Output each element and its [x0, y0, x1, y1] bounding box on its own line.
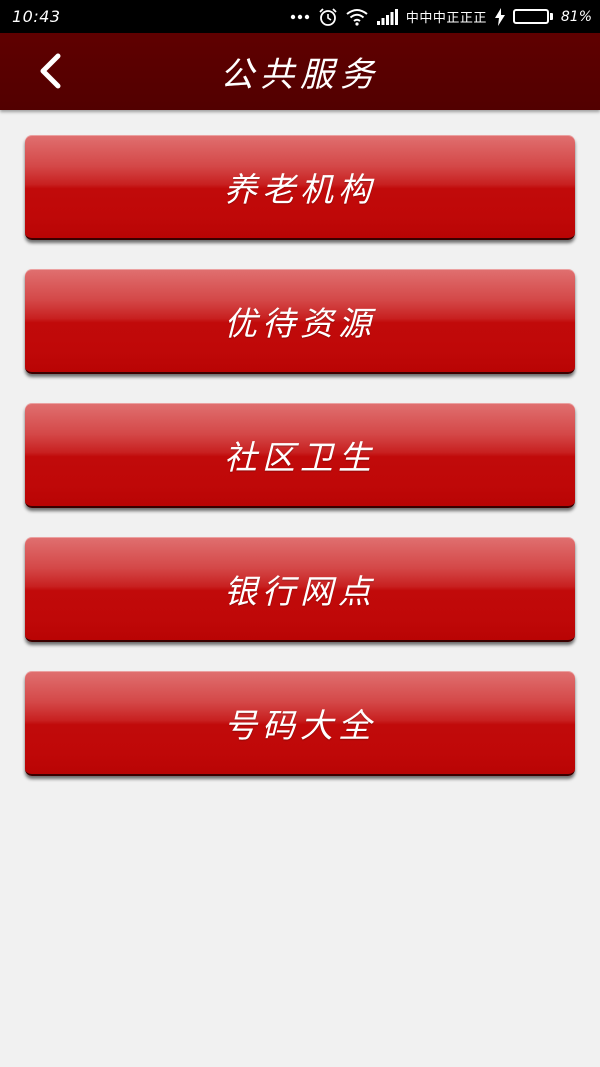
service-menu: 养老机构 优待资源 社区卫生 银行网点 号码大全 — [25, 135, 575, 805]
wifi-icon — [346, 8, 368, 26]
status-icons: 中中中正正正 81% — [290, 7, 592, 27]
menu-label: 养老机构 — [224, 169, 376, 209]
bank-branches-button[interactable]: 银行网点 — [25, 537, 575, 642]
alarm-icon — [318, 7, 338, 27]
community-health-button[interactable]: 社区卫生 — [25, 403, 575, 508]
preferential-resources-button[interactable]: 优待资源 — [25, 269, 575, 374]
menu-label: 银行网点 — [224, 571, 376, 611]
charging-icon — [494, 7, 505, 26]
battery-icon — [512, 9, 553, 24]
menu-label: 号码大全 — [224, 705, 376, 745]
status-time: 10:43 — [12, 7, 61, 26]
menu-label: 社区卫生 — [224, 437, 376, 477]
title-bar: 公共服务 — [0, 33, 600, 110]
status-bar: 10:43 中中中正正正 81% — [0, 0, 600, 33]
menu-label: 优待资源 — [224, 303, 376, 343]
phone-directory-button[interactable]: 号码大全 — [25, 671, 575, 776]
chevron-left-icon — [38, 53, 62, 93]
more-dots-icon — [290, 14, 310, 20]
signal-icon — [376, 8, 398, 25]
carrier-label: 中中中正正正 — [405, 11, 487, 26]
back-button[interactable] — [28, 51, 72, 95]
elderly-care-button[interactable]: 养老机构 — [25, 135, 575, 240]
page-title: 公共服务 — [220, 55, 380, 95]
battery-percent: 81% — [560, 8, 592, 25]
